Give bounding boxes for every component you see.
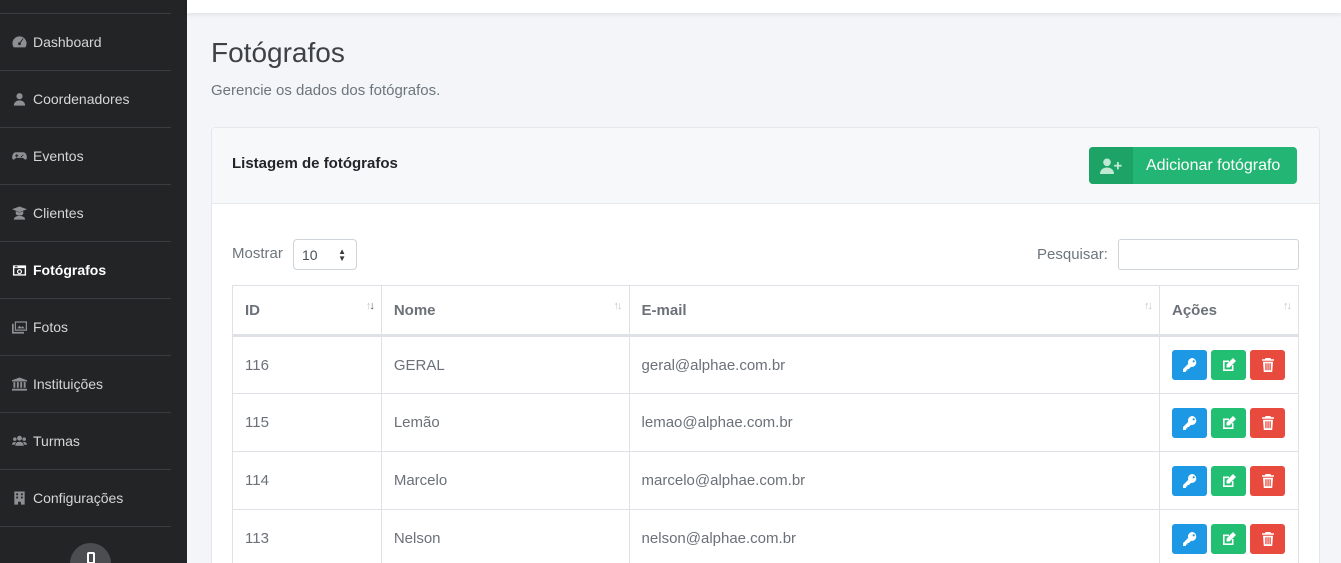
sidebar-item-fotos[interactable]: Fotos bbox=[0, 299, 171, 356]
select-arrows-icon: ▲ ▼ bbox=[338, 247, 346, 263]
cell-name: Marcelo bbox=[380, 451, 630, 510]
column-header-acoes[interactable]: Ações ↑↓ bbox=[1159, 285, 1299, 337]
gamepad-icon bbox=[11, 149, 27, 163]
key-icon bbox=[1182, 415, 1196, 430]
sidebar-item-configuracoes[interactable]: Configurações bbox=[0, 470, 171, 527]
sidebar-item-label: Turmas bbox=[33, 433, 80, 449]
images-icon bbox=[11, 320, 27, 334]
sort-icon: ↑↓ bbox=[1283, 300, 1292, 312]
cell-actions bbox=[1159, 393, 1299, 452]
add-photographer-label: Adicionar fotógrafo bbox=[1146, 156, 1281, 174]
show-entries-value: 10 bbox=[302, 246, 318, 263]
delete-button[interactable] bbox=[1250, 350, 1285, 380]
sidebar-item-dashboard[interactable]: Dashboard bbox=[0, 14, 171, 71]
sidebar-item-label: Fotógrafos bbox=[33, 262, 107, 278]
sidebar-item-label: Clientes bbox=[33, 205, 84, 221]
cell-id: 116 bbox=[232, 335, 382, 394]
page-subtitle: Gerencie os dados dos fotógrafos. bbox=[211, 82, 441, 99]
photographers-table: ID ↑↓ Nome ↑↓ E-mail ↑↓ Ações ↑↓ 116 GER… bbox=[232, 285, 1299, 563]
key-icon bbox=[1182, 473, 1196, 488]
sort-icon: ↑↓ bbox=[1144, 300, 1153, 312]
cell-name: Lemão bbox=[380, 393, 630, 452]
trash-icon bbox=[1261, 358, 1274, 372]
sidebar-item-label: Coordenadores bbox=[33, 91, 130, 107]
trash-icon bbox=[1261, 531, 1274, 546]
graduate-icon bbox=[11, 206, 27, 220]
key-icon bbox=[1182, 531, 1196, 546]
mobile-toggle-button[interactable] bbox=[70, 543, 111, 563]
sidebar-item-label: Dashboard bbox=[33, 34, 102, 50]
table-row: 116 GERAL geral@alphae.com.br bbox=[232, 335, 1299, 394]
card-header: Listagem de fotógrafos Adicionar fotógra… bbox=[212, 128, 1319, 204]
reset-password-button[interactable] bbox=[1172, 350, 1207, 380]
show-entries-select[interactable]: 10 ▲ ▼ bbox=[293, 239, 357, 270]
cell-email: lemao@alphae.com.br bbox=[628, 393, 1161, 452]
table-row: 115 Lemão lemao@alphae.com.br bbox=[232, 393, 1299, 452]
delete-button[interactable] bbox=[1250, 523, 1285, 554]
cell-actions bbox=[1159, 335, 1299, 394]
cell-email: geral@alphae.com.br bbox=[628, 335, 1161, 394]
trash-icon bbox=[1261, 415, 1274, 430]
column-header-email[interactable]: E-mail ↑↓ bbox=[628, 285, 1161, 337]
sidebar-item-clientes[interactable]: Clientes bbox=[0, 185, 171, 242]
sidebar-item-label: Configurações bbox=[33, 490, 124, 506]
key-icon bbox=[1182, 358, 1196, 372]
edit-icon bbox=[1222, 415, 1236, 429]
top-navbar bbox=[187, 0, 1341, 13]
photographers-card: Listagem de fotógrafos Adicionar fotógra… bbox=[211, 127, 1320, 563]
reset-password-button[interactable] bbox=[1172, 523, 1207, 554]
edit-button[interactable] bbox=[1211, 465, 1246, 496]
card-title: Listagem de fotógrafos bbox=[232, 155, 398, 172]
dashboard-icon bbox=[11, 35, 27, 49]
sort-desc-icon: ↑↓ bbox=[365, 300, 375, 312]
mobile-icon bbox=[86, 552, 95, 563]
sidebar-item-coordenadores[interactable]: Coordenadores bbox=[0, 71, 171, 128]
search-label: Pesquisar: bbox=[1037, 246, 1108, 263]
edit-icon bbox=[1222, 358, 1236, 371]
delete-button[interactable] bbox=[1250, 407, 1285, 438]
cell-id: 115 bbox=[232, 393, 382, 452]
sidebar-item-label: Eventos bbox=[33, 148, 84, 164]
edit-icon bbox=[1222, 473, 1236, 487]
edit-button[interactable] bbox=[1211, 350, 1246, 380]
page-title: Fotógrafos bbox=[211, 37, 345, 68]
user-plus-icon bbox=[1089, 147, 1133, 184]
edit-button[interactable] bbox=[1211, 407, 1246, 438]
cell-actions bbox=[1159, 509, 1299, 563]
sidebar-item-eventos[interactable]: Eventos bbox=[0, 128, 171, 185]
table-row: 113 Nelson nelson@alphae.com.br bbox=[232, 509, 1299, 563]
column-header-id[interactable]: ID ↑↓ bbox=[232, 285, 382, 337]
sidebar-item-instituicoes[interactable]: Instituições bbox=[0, 356, 171, 413]
sidebar: Dashboard Coordenadores Eventos Clientes… bbox=[0, 0, 187, 563]
column-header-nome[interactable]: Nome ↑↓ bbox=[380, 285, 630, 337]
reset-password-button[interactable] bbox=[1172, 407, 1207, 438]
table-row: 114 Marcelo marcelo@alphae.com.br bbox=[232, 451, 1299, 510]
add-photographer-button[interactable]: Adicionar fotógrafo bbox=[1089, 147, 1297, 184]
edit-icon bbox=[1222, 531, 1236, 545]
sort-icon: ↑↓ bbox=[613, 300, 623, 312]
sidebar-item-label: Instituições bbox=[33, 376, 104, 392]
reset-password-button[interactable] bbox=[1172, 465, 1207, 496]
user-icon bbox=[11, 92, 27, 106]
cell-name: GERAL bbox=[380, 335, 630, 394]
building-icon bbox=[11, 491, 27, 505]
sidebar-item-turmas[interactable]: Turmas bbox=[0, 413, 171, 470]
cell-email: nelson@alphae.com.br bbox=[628, 509, 1161, 563]
delete-button[interactable] bbox=[1250, 465, 1285, 496]
table-header-row: ID ↑↓ Nome ↑↓ E-mail ↑↓ Ações ↑↓ bbox=[232, 285, 1299, 337]
show-entries-label: Mostrar bbox=[232, 245, 283, 262]
institution-icon bbox=[11, 377, 27, 391]
search-input[interactable] bbox=[1118, 239, 1299, 270]
users-icon bbox=[11, 434, 27, 448]
edit-button[interactable] bbox=[1211, 523, 1246, 554]
camera-icon bbox=[11, 263, 27, 277]
cell-id: 114 bbox=[232, 451, 382, 510]
sidebar-item-fotografos[interactable]: Fotógrafos bbox=[0, 242, 171, 299]
cell-name: Nelson bbox=[380, 509, 630, 563]
cell-email: marcelo@alphae.com.br bbox=[628, 451, 1161, 510]
trash-icon bbox=[1261, 473, 1274, 488]
sidebar-item-label: Fotos bbox=[33, 319, 69, 335]
cell-id: 113 bbox=[232, 509, 382, 563]
cell-actions bbox=[1159, 451, 1299, 510]
